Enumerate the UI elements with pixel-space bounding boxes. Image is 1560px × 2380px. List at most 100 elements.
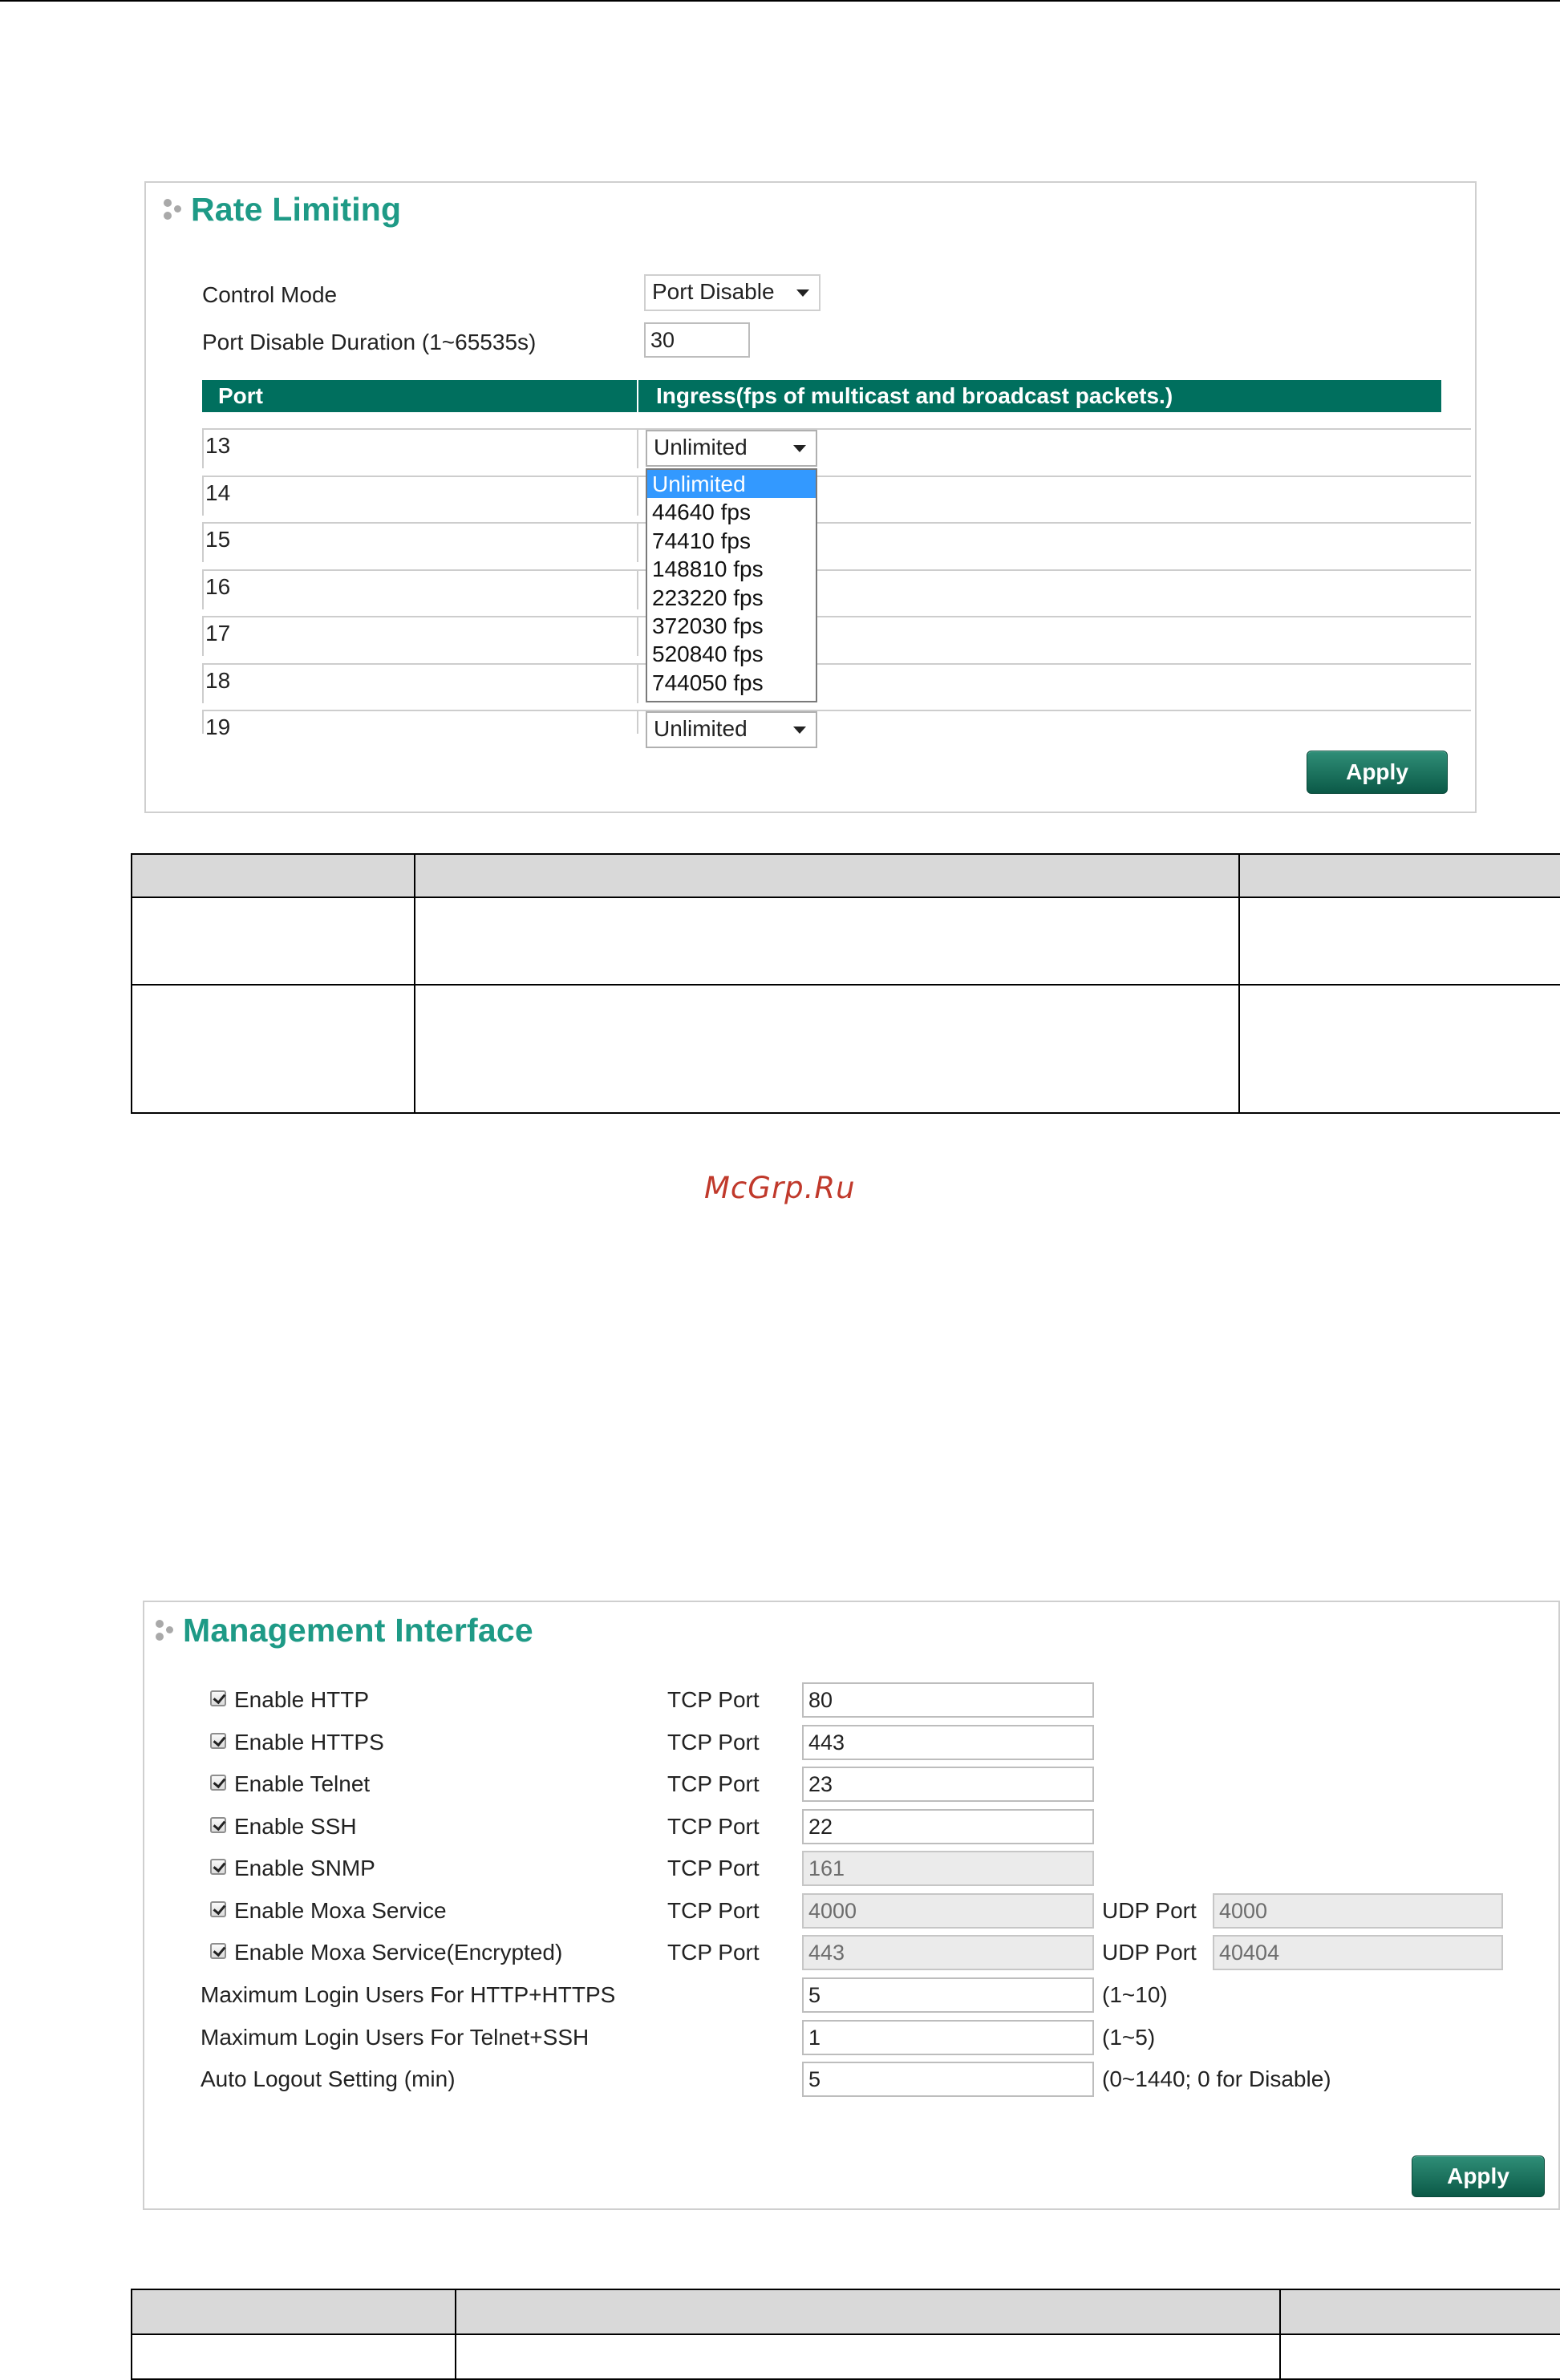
udp-port-label: UDP Port	[1102, 1940, 1197, 1965]
table-cell	[131, 2333, 456, 2380]
apply-button[interactable]: Apply	[1412, 2155, 1545, 2197]
table-cell	[414, 853, 1240, 898]
checkbox[interactable]	[210, 1817, 226, 1833]
dropdown-option[interactable]: 148810 fps	[647, 555, 816, 583]
row-left-border	[202, 663, 204, 703]
duration-input[interactable]: 30	[644, 322, 750, 358]
management-interface-panel: Management Interface Enable HTTP TCP Port…	[143, 1601, 1560, 2210]
checkbox[interactable]	[210, 1690, 226, 1706]
table-row	[131, 984, 1560, 1114]
table-row	[131, 897, 1560, 986]
dropdown-option[interactable]: Unlimited	[647, 470, 816, 499]
page-top-rule	[0, 0, 1560, 2]
row-divider	[204, 476, 1471, 477]
table-row	[131, 2333, 1560, 2380]
dropdown-option[interactable]: 520840 fps	[647, 640, 816, 668]
dropdown-option[interactable]: 744050 fps	[647, 669, 816, 697]
ingress-value: Unlimited	[654, 716, 748, 741]
apply-button[interactable]: Apply	[1307, 751, 1448, 794]
tcp-port-input: 4000	[802, 1893, 1094, 1929]
row-mid-border	[637, 710, 638, 734]
tcp-port-label: TCP Port	[667, 1771, 760, 1796]
bullet-dots-icon	[152, 1615, 178, 1647]
setting-input[interactable]: 5	[802, 2062, 1094, 2097]
ingress-column-header: Ingress(fps of multicast and broadcast p…	[656, 383, 1173, 408]
row-left-border	[202, 569, 204, 609]
row-divider	[204, 616, 1471, 617]
row-mid-border	[637, 616, 638, 656]
udp-port-label: UDP Port	[1102, 1898, 1197, 1923]
row-mid-border	[637, 663, 638, 703]
row-left-border	[202, 476, 204, 516]
dropdown-option[interactable]: 223220 fps	[647, 584, 816, 612]
checkbox[interactable]	[210, 1733, 226, 1749]
setting-input[interactable]: 1	[802, 2020, 1094, 2055]
service-label: Enable HTTPS	[234, 1730, 384, 1755]
udp-port-input: 4000	[1213, 1893, 1503, 1929]
service-label: Enable SSH	[234, 1814, 357, 1839]
checkbox[interactable]	[210, 1943, 226, 1959]
tcp-port-label: TCP Port	[667, 1814, 760, 1839]
port-number: 19	[205, 714, 231, 739]
table-row	[131, 2289, 1560, 2335]
port-number: 13	[205, 433, 231, 458]
dropdown-option[interactable]: 372030 fps	[647, 612, 816, 640]
rate-limiting-heading: Rate Limiting	[160, 191, 401, 229]
setting-input[interactable]: 5	[802, 1977, 1094, 2013]
row-mid-border	[637, 428, 638, 468]
port-number: 15	[205, 527, 231, 552]
ingress-select[interactable]: Unlimited	[646, 711, 817, 748]
dropdown-option[interactable]: 44640 fps	[647, 498, 816, 526]
table-cell	[414, 984, 1240, 1114]
header-divider	[637, 380, 638, 412]
service-label: Enable HTTP	[234, 1687, 370, 1712]
row-mid-border	[637, 476, 638, 516]
row-divider	[204, 569, 1471, 571]
service-label: Enable Telnet	[234, 1771, 371, 1796]
ingress-select[interactable]: Unlimited	[646, 430, 817, 467]
tcp-port-label: TCP Port	[667, 1940, 760, 1965]
setting-range: (0~1440; 0 for Disable)	[1102, 2066, 1331, 2091]
tcp-port-label: TCP Port	[667, 1730, 760, 1755]
chevron-down-icon	[796, 289, 809, 297]
chevron-down-icon	[793, 445, 806, 452]
control-mode-select[interactable]: Port Disable	[644, 274, 821, 311]
dropdown-option[interactable]: 74410 fps	[647, 527, 816, 555]
row-left-border	[202, 522, 204, 562]
row-mid-border	[637, 522, 638, 562]
row-left-border	[202, 616, 204, 656]
tcp-port-input[interactable]: 23	[802, 1767, 1094, 1802]
setting-label: Maximum Login Users For Telnet+SSH	[201, 2025, 590, 2050]
chevron-down-icon	[793, 727, 806, 734]
table-cell	[1238, 897, 1560, 986]
service-label: Enable SNMP	[234, 1856, 375, 1880]
table-cell	[414, 897, 1240, 986]
port-number: 17	[205, 621, 231, 646]
duration-label: Port Disable Duration (1~65535s)	[202, 330, 537, 354]
tcp-port-input[interactable]: 22	[802, 1809, 1094, 1844]
table-row	[131, 853, 1560, 898]
udp-port-input: 40404	[1213, 1935, 1503, 1970]
row-left-border	[202, 428, 204, 468]
row-divider	[204, 710, 1471, 711]
tcp-port-input[interactable]: 443	[802, 1725, 1094, 1760]
setting-range: (1~10)	[1102, 1982, 1168, 2007]
checkbox[interactable]	[210, 1775, 226, 1791]
row-left-border	[202, 710, 204, 734]
table-cell	[1279, 2289, 1560, 2335]
rate-limiting-panel: Rate Limiting Control Mode Port Disable …	[144, 181, 1477, 813]
port-table-header: Port Ingress(fps of multicast and broadc…	[202, 380, 1441, 412]
ingress-dropdown-list[interactable]: Unlimited 44640 fps 74410 fps 148810 fps 223…	[646, 468, 817, 702]
control-mode-value: Port Disable	[652, 279, 775, 304]
table-cell	[131, 897, 415, 986]
rate-limiting-description-table	[131, 853, 1560, 1114]
checkbox[interactable]	[210, 1901, 226, 1917]
panel-title: Rate Limiting	[191, 191, 402, 228]
checkbox[interactable]	[210, 1859, 226, 1875]
row-divider	[204, 663, 1471, 665]
management-description-table	[131, 2289, 1560, 2380]
panel-title: Management Interface	[183, 1612, 533, 1649]
setting-range: (1~5)	[1102, 2025, 1156, 2050]
tcp-port-input[interactable]: 80	[802, 1682, 1094, 1718]
row-divider	[204, 428, 1471, 430]
